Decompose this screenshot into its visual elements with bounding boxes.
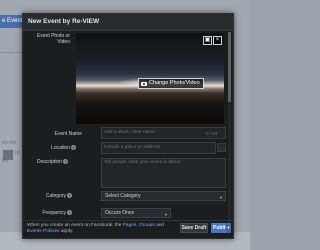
frequency-label: Frequency? [27,210,72,216]
description-label-text: Description [36,159,62,165]
event-name-counter: 0 / 64 [206,131,218,136]
change-photo-label: Change Photo/Video [149,80,200,86]
crop-icon[interactable]: ▣ [203,36,212,45]
chevron-down-icon: ▼ [164,212,168,217]
category-label: Category? [27,193,72,199]
location-placeholder: Include a place or address [104,145,161,150]
events-policies-link[interactable]: Events Policies [27,229,60,234]
pages-link[interactable]: Pages [123,223,137,228]
dialog-scrollbar[interactable] [228,32,231,222]
location-label-text: Location [51,145,70,151]
description-placeholder: Tell people what your event is about [104,160,181,165]
background-text: re [15,150,20,156]
footer-text: and [154,223,165,228]
help-icon[interactable]: ? [71,145,76,151]
event-photo: ▣ × Change Photo/Video [76,33,224,124]
category-value: Select Category [105,193,141,199]
footer-policy-text: When you create an event on Facebook, th… [27,223,175,235]
chevron-down-icon: ▼ [219,195,223,200]
location-label: Location? [31,145,76,151]
description-label: Description? [23,159,68,165]
photo-label: Event Photo or Video [36,33,70,45]
help-icon[interactable]: ? [63,159,68,165]
dialog-header: New Event by Re-VIEW [23,14,233,31]
dialog-title: New Event by Re-VIEW [28,18,100,25]
scrollbar-thumb[interactable] [228,32,231,102]
footer-text: When you create an event on Facebook, th… [27,223,123,228]
close-icon[interactable]: × [213,36,222,45]
new-event-dialog: New Event by Re-VIEW Event Photo or Vide… [22,13,234,239]
category-select[interactable]: Select Category ▼ [101,191,226,201]
change-photo-button[interactable]: Change Photo/Video [138,78,204,89]
background-text: Ed [2,158,9,164]
location-input[interactable]: Include a place or address [101,142,216,154]
frequency-label-text: Frequency [42,210,66,216]
help-icon[interactable]: ? [67,210,72,216]
camera-icon [141,81,147,86]
background-divider [0,52,22,53]
groups-link[interactable]: Groups [139,223,155,228]
event-name-label: Event Name [54,131,82,137]
background-create-event-tab: e Event [0,15,22,28]
frequency-select[interactable]: Occurs Once ▼ [101,208,171,218]
save-draft-button[interactable]: Save Draft [180,223,208,233]
description-textarea[interactable]: Tell people what your event is about [101,158,226,188]
frequency-value: Occurs Once [105,210,135,216]
map-pin-icon[interactable] [217,143,226,152]
publish-options-chevron-icon[interactable]: ▼ [226,223,231,233]
background-text: ion Ad [2,140,16,146]
footer-text: apply. [59,229,74,234]
help-icon[interactable]: ? [67,193,72,199]
footer-divider [23,220,233,221]
event-name-placeholder: Add a short, clear name [104,130,155,135]
category-label-text: Category [45,193,66,199]
